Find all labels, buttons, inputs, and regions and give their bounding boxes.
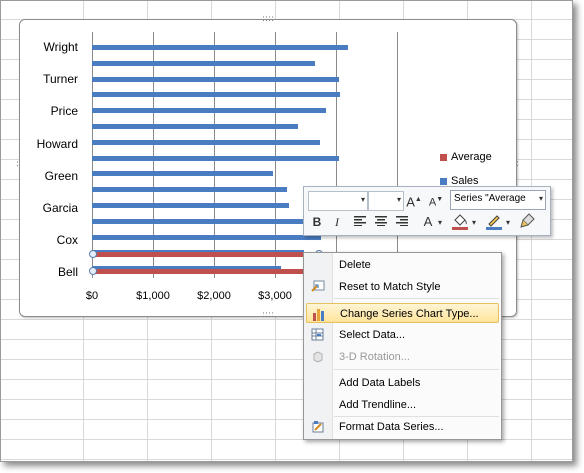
menu-separator	[334, 298, 499, 299]
x-tick-label: $1,000	[136, 290, 170, 302]
font-name-combo[interactable]: ▾	[308, 191, 368, 211]
x-tick-label: $0	[85, 290, 99, 302]
y-tick-label: Turner	[43, 72, 78, 87]
outline-color-button[interactable]	[484, 212, 504, 232]
bar-sales[interactable]	[92, 139, 321, 145]
y-tick-label: Cox	[56, 233, 78, 248]
font-color-button[interactable]: A	[418, 212, 438, 232]
align-left-icon	[354, 216, 366, 226]
menu-item-change-series-chart-type[interactable]: Change Series Chart Type...	[306, 303, 499, 323]
selection-handle[interactable]	[89, 250, 97, 258]
chart-resize-handle-right[interactable]: :	[516, 160, 519, 169]
font-size-combo[interactable]: ▾	[368, 191, 404, 211]
bar-sales[interactable]	[92, 218, 319, 224]
bar-sales[interactable]	[92, 108, 326, 114]
chart-resize-handle-left[interactable]: :	[16, 160, 19, 169]
shrink-font-button[interactable]: A▼	[426, 190, 446, 210]
menu-item-add-data-labels[interactable]: Add Data Labels	[306, 373, 499, 393]
menu-item-select-data[interactable]: Select Data...	[306, 325, 499, 345]
legend-item-average[interactable]: Average	[440, 151, 492, 163]
context-menu: Delete Reset to Match Style Change Serie…	[303, 252, 502, 440]
y-tick-label: Bell	[57, 265, 78, 280]
x-gridline	[397, 32, 398, 278]
chart-element-selector-value: Series "Average	[454, 193, 526, 204]
menu-item-3d-rotation: 3-D Rotation...	[306, 347, 499, 367]
bold-button[interactable]: B	[307, 212, 327, 232]
bar-sales[interactable]	[92, 124, 299, 129]
align-right-icon	[396, 216, 408, 226]
chevron-down-icon: ▾	[396, 195, 401, 204]
bar-sales[interactable]	[92, 60, 315, 66]
mini-toolbar: ▾ ▾ A▲ A▼ Series "Average ▾ B I A ▾ ▾ ▾	[303, 186, 551, 236]
align-center-button[interactable]	[371, 212, 391, 232]
rotation-icon	[313, 351, 323, 363]
reset-icon	[311, 280, 325, 292]
chevron-down-icon: ▾	[538, 194, 543, 203]
pencil-icon	[486, 215, 502, 230]
y-tick-label: Price	[50, 104, 78, 119]
bar-sales[interactable]	[92, 203, 290, 208]
screenshot-frame: :::: :::: : : $0 $1,000 $2,000 $3,000 Wright…	[0, 0, 573, 462]
y-tick-label: Garcia	[42, 201, 78, 215]
menu-separator	[334, 369, 499, 370]
chart-element-selector[interactable]: Series "Average ▾	[450, 190, 546, 210]
y-tick-label: Howard	[36, 136, 78, 151]
bar-sales[interactable]	[92, 234, 321, 240]
x-tick-label: $3,000	[258, 290, 292, 302]
sheet-row-line	[1, 459, 572, 460]
legend-label-average: Average	[451, 151, 492, 163]
bar-sales[interactable]	[92, 155, 340, 161]
bar-sales[interactable]	[92, 187, 287, 193]
y-tick-label: Green	[44, 168, 78, 183]
italic-button[interactable]: I	[327, 212, 347, 232]
align-right-button[interactable]	[392, 212, 412, 232]
legend-swatch-sales	[440, 177, 447, 185]
format-painter-button[interactable]	[518, 212, 538, 232]
bar-sales[interactable]	[92, 76, 340, 82]
legend-swatch-average	[440, 153, 447, 161]
y-tick-label: Wright	[43, 40, 78, 54]
bar-sales[interactable]	[92, 171, 274, 177]
chevron-down-icon[interactable]: ▾	[506, 218, 510, 227]
menu-item-delete[interactable]: Delete	[306, 255, 499, 275]
bar-sales[interactable]	[92, 92, 341, 98]
menu-item-format-data-series[interactable]: Format Data Series...	[306, 417, 499, 437]
bar-average[interactable]	[92, 269, 318, 274]
bar-average[interactable]	[92, 252, 318, 257]
menu-item-reset-to-match-style[interactable]: Reset to Match Style	[306, 277, 499, 297]
fill-color-button[interactable]	[450, 212, 470, 232]
chart-type-icon	[313, 309, 324, 321]
format-icon	[312, 421, 324, 433]
chevron-down-icon[interactable]: ▾	[472, 218, 476, 227]
menu-item-add-trendline[interactable]: Add Trendline...	[306, 395, 499, 415]
select-data-icon	[311, 328, 324, 341]
selection-handle[interactable]	[89, 267, 97, 275]
bar-sales[interactable]	[92, 45, 349, 50]
chevron-down-icon[interactable]: ▾	[438, 218, 442, 227]
brush-icon	[520, 213, 535, 228]
grow-font-button[interactable]: A▲	[404, 190, 424, 210]
align-left-button[interactable]	[350, 212, 370, 232]
paint-bucket-icon	[452, 214, 468, 230]
align-center-icon	[375, 216, 387, 226]
chevron-down-icon: ▾	[360, 195, 365, 204]
x-tick-label: $2,000	[197, 290, 231, 302]
